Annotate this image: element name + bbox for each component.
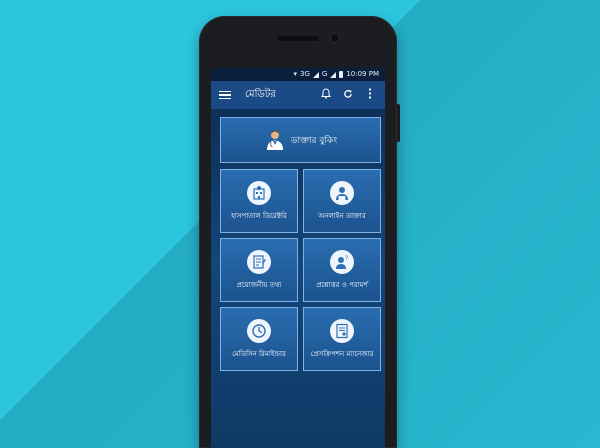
doctor-booking-button[interactable]: ডাক্তার বুকিং [220, 117, 381, 163]
online-doctor-icon [330, 180, 354, 205]
hospital-directory-button[interactable]: হাসপাতাল ডিরেক্টরি [220, 169, 298, 233]
app-title: মেডিটর [245, 88, 276, 100]
online-doctor-button[interactable]: অনলাইন ডাক্তার [303, 169, 381, 233]
network-type-2: G [321, 70, 328, 78]
online-doctor-label: অনলাইন ডাক্তার [318, 211, 366, 220]
dashboard-content: ডাক্তার বুকিং হাসপাতাল ডিরেক্টরি অনলাইন … [211, 109, 385, 448]
phone-side-button [397, 104, 400, 142]
medicine-reminder-button[interactable]: মেডিসিন রিমাইন্ডার [220, 307, 298, 371]
battery-icon [339, 71, 344, 78]
hospital-icon [247, 180, 271, 205]
svg-text:?: ? [345, 255, 348, 262]
signal-icon [312, 71, 319, 78]
phone-camera [331, 34, 339, 42]
clock-icon [247, 318, 271, 343]
hospital-directory-label: হাসপাতাল ডিরেক্টরি [231, 211, 287, 220]
phone-speaker [277, 36, 319, 41]
refresh-icon[interactable] [341, 89, 355, 102]
info-document-icon [247, 249, 271, 274]
doctor-booking-label: ডাক্তার বুকিং [290, 135, 338, 146]
prescription-manager-button[interactable]: প্রেসক্রিপশন ম্যানেজার [303, 307, 381, 371]
status-bar: ▾ 3G G 10:09 PM [211, 68, 385, 81]
wifi-icon: ▾ [293, 70, 297, 78]
medicine-reminder-label: মেডিসিন রিমাইন্ডার [232, 349, 286, 358]
status-time: 10:09 PM [346, 70, 379, 78]
necessary-info-label: প্রয়োজনীয় তথ্য [236, 280, 282, 289]
app-screen: ▾ 3G G 10:09 PM মেডিটর ডাক্তার বুকিং হাস… [211, 68, 385, 448]
phone-frame: ▾ 3G G 10:09 PM মেডিটর ডাক্তার বুকিং হাস… [199, 16, 400, 448]
prescription-icon [330, 318, 354, 343]
network-type: 3G [300, 70, 310, 78]
necessary-info-button[interactable]: প্রয়োজনীয় তথ্য [220, 238, 298, 302]
doctor-avatar-icon [266, 130, 283, 150]
qa-advice-label: প্রশ্নোত্তর ও পরামর্শ [316, 280, 368, 289]
prescription-manager-label: প্রেসক্রিপশন ম্যানেজার [310, 349, 374, 358]
more-vert-icon[interactable] [363, 88, 377, 102]
signal-icon-2 [330, 71, 337, 78]
question-answer-icon: ? [330, 249, 354, 274]
app-toolbar: মেডিটর [211, 81, 385, 109]
hamburger-menu-icon[interactable] [219, 90, 231, 100]
qa-advice-button[interactable]: ? প্রশ্নোত্তর ও পরামর্শ [303, 238, 381, 302]
bell-icon[interactable] [319, 88, 333, 102]
